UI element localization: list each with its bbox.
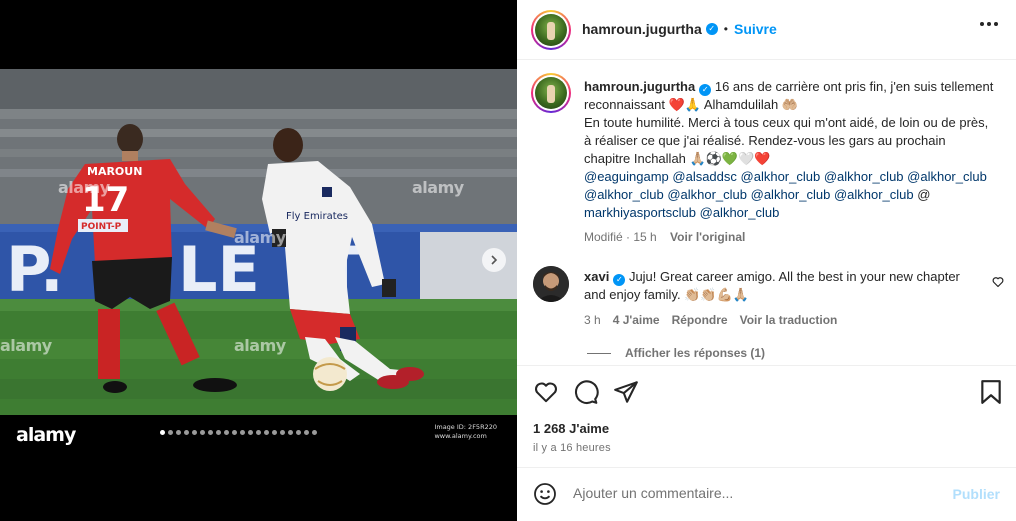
verified-badge-icon: ✓ — [705, 23, 718, 35]
post-media: P. LE T MAROUN 17 POINT-P — [0, 0, 517, 521]
comment-like-button[interactable] — [992, 276, 1004, 291]
carousel-dot — [248, 430, 253, 435]
carousel-dot — [200, 430, 205, 435]
comment: xavi ✓ Juju! Great career amigo. All the … — [584, 268, 969, 329]
add-comment-bar: Publier — [517, 468, 1016, 521]
share-button[interactable] — [613, 379, 639, 408]
author-avatar[interactable] — [531, 10, 571, 50]
paper-plane-icon — [614, 381, 638, 403]
svg-text:Fly Emirates: Fly Emirates — [286, 211, 348, 222]
comment-likes[interactable]: 4 J'aime — [613, 311, 660, 329]
post-actions: 1 268 J'aime il y a 16 heures — [517, 365, 1016, 468]
mention-link[interactable]: @alsaddsc — [672, 169, 737, 184]
verified-badge-icon: ✓ — [699, 84, 712, 96]
comment-bubble-icon — [575, 380, 599, 405]
carousel-dot — [256, 430, 261, 435]
caption-tags: @eaguingamp @alsaddsc @alkhor_club @alkh… — [584, 169, 987, 220]
carousel-dot — [160, 430, 165, 435]
alamy-watermark: alamy — [58, 178, 110, 197]
see-original-link[interactable]: Voir l'original — [670, 230, 745, 244]
caption-line-2: En toute humilité. Merci à tous ceux qui… — [584, 115, 989, 166]
replies-divider — [587, 352, 611, 354]
emoji-button[interactable] — [533, 482, 557, 509]
carousel-dot — [184, 430, 189, 435]
view-replies-button[interactable]: Afficher les réponses (1) — [587, 346, 765, 360]
alamy-watermark: alamy — [234, 336, 286, 355]
commenter-avatar[interactable] — [533, 266, 569, 302]
mention-link[interactable]: @ — [917, 187, 930, 202]
carousel-dot — [208, 430, 213, 435]
image-site: www.alamy.com — [434, 432, 487, 440]
reply-button[interactable]: Répondre — [672, 311, 728, 329]
translate-button[interactable]: Voir la traduction — [740, 311, 838, 329]
mention-link[interactable]: @alkhor_club — [824, 169, 904, 184]
more-options-button[interactable] — [980, 22, 998, 26]
heart-outline-icon — [535, 382, 557, 403]
carousel-dot — [280, 430, 285, 435]
alamy-image-id: Image ID: 2F5R220 www.alamy.com — [434, 423, 497, 441]
carousel-dot — [304, 430, 309, 435]
caption-modified: Modifié · 15 h — [584, 230, 657, 244]
ellipsis-icon — [980, 22, 998, 26]
heart-outline-icon — [992, 277, 1004, 288]
comment-meta: 3 h 4 J'aime Répondre Voir la traduction — [584, 311, 969, 329]
svg-text:POINT-P: POINT-P — [81, 222, 122, 232]
smiley-icon — [534, 483, 556, 505]
carousel-dot — [168, 430, 173, 435]
carousel-dot — [232, 430, 237, 435]
separator: • — [723, 22, 728, 36]
mention-link[interactable]: @alkhor_club — [741, 169, 821, 184]
carousel-dot — [312, 430, 317, 435]
mention-link[interactable]: @alkhor_club — [834, 187, 914, 202]
carousel-dot — [288, 430, 293, 435]
carousel-dot — [240, 430, 245, 435]
alamy-watermark: alamy — [412, 178, 464, 197]
carousel-dot — [296, 430, 301, 435]
alamy-watermark: alamy — [234, 228, 286, 247]
carousel-dot — [176, 430, 181, 435]
caption-meta: Modifié · 15 h Voir l'original — [584, 228, 994, 246]
caption-username[interactable]: hamroun.jugurtha — [584, 79, 695, 94]
carousel-dot — [216, 430, 221, 435]
comment-input[interactable] — [573, 485, 933, 501]
image-id-label: Image ID: 2F5R220 — [434, 423, 497, 431]
chevron-right-icon — [491, 255, 498, 265]
header-identity: hamroun.jugurtha ✓ • Suivre — [582, 21, 777, 37]
mention-link[interactable]: @alkhor_club — [584, 187, 664, 202]
post-sidebar: hamroun.jugurtha ✓ • Suivre hamroun.jugu… — [517, 0, 1016, 521]
mention-link[interactable]: @alkhor_club — [907, 169, 987, 184]
author-username[interactable]: hamroun.jugurtha — [582, 21, 702, 37]
carousel-dot — [224, 430, 229, 435]
alamy-watermark: alamy — [0, 336, 52, 355]
mention-link[interactable]: @alkhor_club — [667, 187, 747, 202]
carousel-indicator — [160, 430, 317, 435]
carousel-dot — [272, 430, 277, 435]
post-header: hamroun.jugurtha ✓ • Suivre — [517, 0, 1016, 60]
commenter-photo — [533, 266, 569, 302]
alamy-logo: alamy — [16, 424, 76, 446]
carousel-dot — [192, 430, 197, 435]
carousel-dot — [264, 430, 269, 435]
publish-button[interactable]: Publier — [953, 486, 1000, 502]
follow-button[interactable]: Suivre — [734, 21, 777, 37]
comment-time: 3 h — [584, 313, 601, 327]
commenter-username[interactable]: xavi — [584, 269, 609, 284]
bookmark-icon — [981, 380, 1001, 404]
verified-badge-icon: ✓ — [613, 274, 626, 286]
caption-avatar[interactable] — [531, 73, 571, 113]
mention-link[interactable]: markhiyasportsclub — [584, 205, 696, 220]
likes-count[interactable]: 1 268 J'aime — [533, 421, 609, 436]
view-replies-label: Afficher les réponses (1) — [625, 346, 766, 360]
like-button[interactable] — [533, 379, 559, 408]
post-caption: hamroun.jugurtha ✓ 16 ans de carrière ont… — [584, 78, 994, 246]
mention-link[interactable]: @alkhor_club — [751, 187, 831, 202]
comment-button[interactable] — [573, 379, 599, 408]
mention-link[interactable]: @eaguingamp — [584, 169, 669, 184]
comment-body: Juju! Great career amigo. All the best i… — [584, 269, 960, 302]
post-timestamp: il y a 16 heures — [533, 442, 611, 454]
svg-text:MAROUN: MAROUN — [87, 165, 142, 178]
mention-link[interactable]: @alkhor_club — [700, 205, 780, 220]
carousel-next-button[interactable] — [482, 248, 506, 272]
save-button[interactable] — [979, 379, 1003, 408]
